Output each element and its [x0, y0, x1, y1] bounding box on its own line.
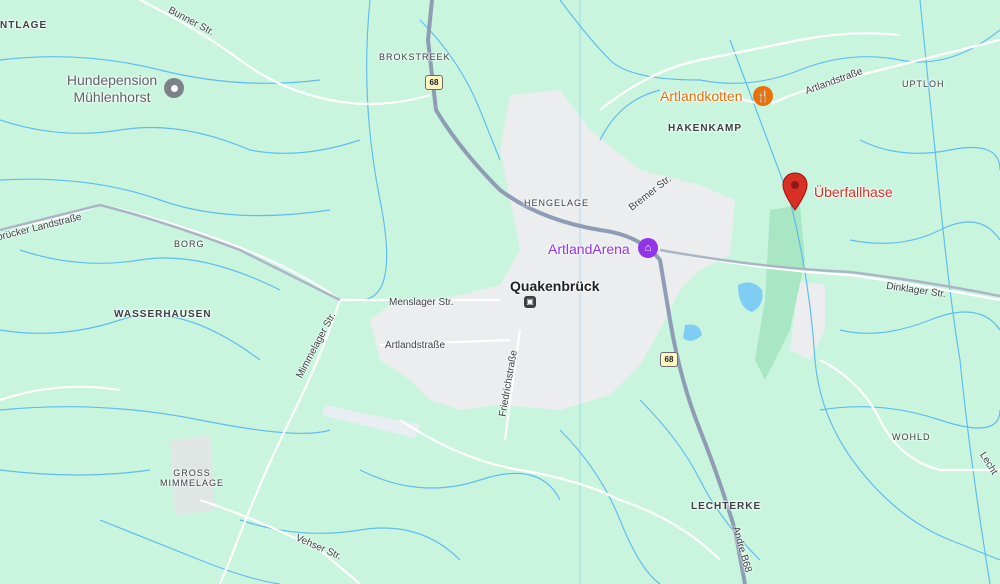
- place-label-hengelage: HENGELAGE: [524, 198, 590, 208]
- place-label-wasserhausen: WASSERHAUSEN: [114, 309, 212, 320]
- place-label-wohld: WOHLD: [892, 432, 931, 442]
- poi-label-hundepension: Hundepension Mühlenhorst: [66, 72, 158, 105]
- road-shield-b68-top: 68: [425, 75, 443, 90]
- place-label-gross-mimmelage: GROSS MIMMELAGE: [160, 468, 225, 488]
- place-label-borg: BORG: [174, 239, 205, 249]
- road-shield-b68-bottom: 68: [660, 352, 678, 367]
- poi-label-artlandarena: ArtlandArena: [548, 241, 630, 257]
- city-label-quakenbrueck[interactable]: Quakenbrück: [510, 278, 599, 294]
- poi-label-ueberfallhase: Überfallhase: [814, 184, 893, 200]
- place-label-lechterke: LECHTERKE: [691, 501, 762, 512]
- map-canvas[interactable]: NTLAGE BROKSTREEK HAKENKAMP UPTLOH HENGE…: [0, 0, 1000, 584]
- place-label-uptloh: UPTLOH: [902, 79, 945, 89]
- poi-label-artlandkotten: Artlandkotten: [660, 88, 743, 104]
- landmark-icon: ⌂: [638, 238, 658, 258]
- restaurant-icon: 🍴: [753, 86, 773, 106]
- lake-1: [738, 282, 763, 312]
- street-label-artlandstrasse: Artlandstraße: [385, 340, 446, 351]
- street-label-menslager: Menslager Str.: [389, 297, 454, 308]
- place-label-hakenkamp: HAKENKAMP: [668, 123, 742, 134]
- place-label-brokstreek: BROKSTREEK: [379, 52, 451, 62]
- location-pin-icon: [164, 78, 184, 98]
- lake-2: [683, 324, 702, 341]
- place-label-ntlage: NTLAGE: [0, 20, 48, 31]
- red-marker-icon: [782, 172, 808, 211]
- runway: [322, 405, 420, 438]
- train-station-icon[interactable]: ▣: [524, 296, 536, 308]
